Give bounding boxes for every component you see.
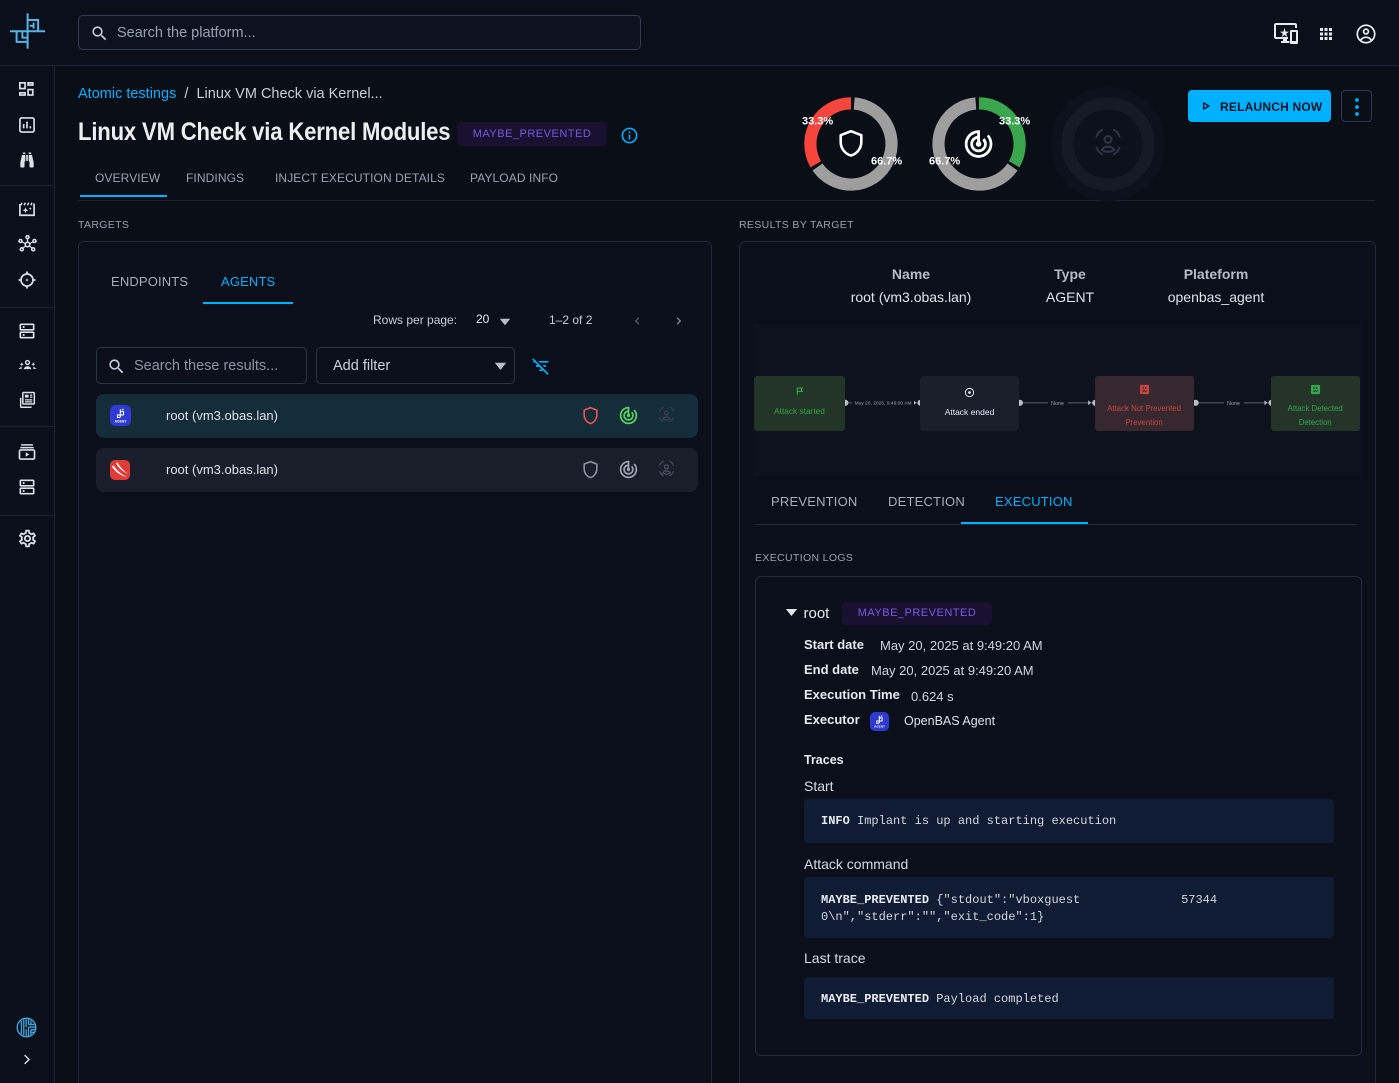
- svg-text:66.7%: 66.7%: [871, 156, 902, 168]
- svg-text:None: None: [1051, 401, 1064, 407]
- svg-text:AGENT: AGENT: [115, 419, 128, 423]
- svg-text:None: None: [1227, 401, 1240, 407]
- svg-text:May 20, 2025, 9:49:00 AM: May 20, 2025, 9:49:00 AM: [854, 401, 911, 407]
- svg-text:33.3%: 33.3%: [802, 116, 833, 128]
- svg-text:33.3%: 33.3%: [999, 116, 1030, 128]
- svg-text:66.7%: 66.7%: [929, 156, 960, 168]
- svg-text:AGENT: AGENT: [874, 724, 885, 728]
